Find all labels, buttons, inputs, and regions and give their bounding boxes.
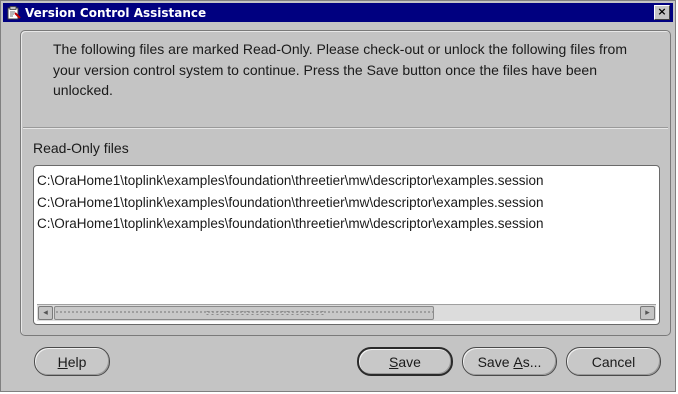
scroll-left-arrow-icon[interactable]: ◂ <box>38 306 53 320</box>
version-control-icon <box>7 5 21 20</box>
scroll-thumb[interactable] <box>54 306 434 320</box>
content-panel: The following files are marked Read-Only… <box>20 30 671 336</box>
scroll-right-arrow-icon[interactable]: ▸ <box>640 306 655 320</box>
instruction-message: The following files are marked Read-Only… <box>53 41 627 98</box>
save-as-prefix: Save <box>477 353 514 370</box>
list-item[interactable]: C:\OraHome1\toplink\examples\foundation\… <box>37 192 659 214</box>
read-only-files-list[interactable]: C:\OraHome1\toplink\examples\foundation\… <box>33 165 660 325</box>
cancel-button[interactable]: Cancel <box>566 347 661 376</box>
save-as-button[interactable]: Save As... <box>462 347 557 376</box>
cancel-label: Cancel <box>591 353 636 370</box>
dialog-window: Version Control Assistance × The followi… <box>0 0 676 392</box>
save-as-label-rest: s... <box>522 353 542 370</box>
title-bar[interactable]: Version Control Assistance × <box>3 3 673 22</box>
horizontal-scrollbar[interactable]: ◂ ▸ <box>37 304 656 321</box>
scroll-grip <box>205 310 325 316</box>
divider <box>23 127 668 129</box>
save-as-mnemonic: A <box>513 353 523 370</box>
list-item[interactable]: C:\OraHome1\toplink\examples\foundation\… <box>37 213 659 235</box>
save-label-rest: ave <box>398 353 421 370</box>
save-button[interactable]: Save <box>357 347 453 376</box>
window-title: Version Control Assistance <box>25 5 207 20</box>
file-list-items: C:\OraHome1\toplink\examples\foundation\… <box>37 170 659 235</box>
save-mnemonic: S <box>389 353 399 370</box>
help-label-rest: elp <box>67 353 87 370</box>
help-button[interactable]: Help <box>34 347 110 376</box>
close-icon[interactable]: × <box>654 5 670 20</box>
list-item[interactable]: C:\OraHome1\toplink\examples\foundation\… <box>37 170 659 192</box>
help-mnemonic: H <box>57 353 68 370</box>
read-only-files-label: Read-Only files <box>33 140 129 156</box>
